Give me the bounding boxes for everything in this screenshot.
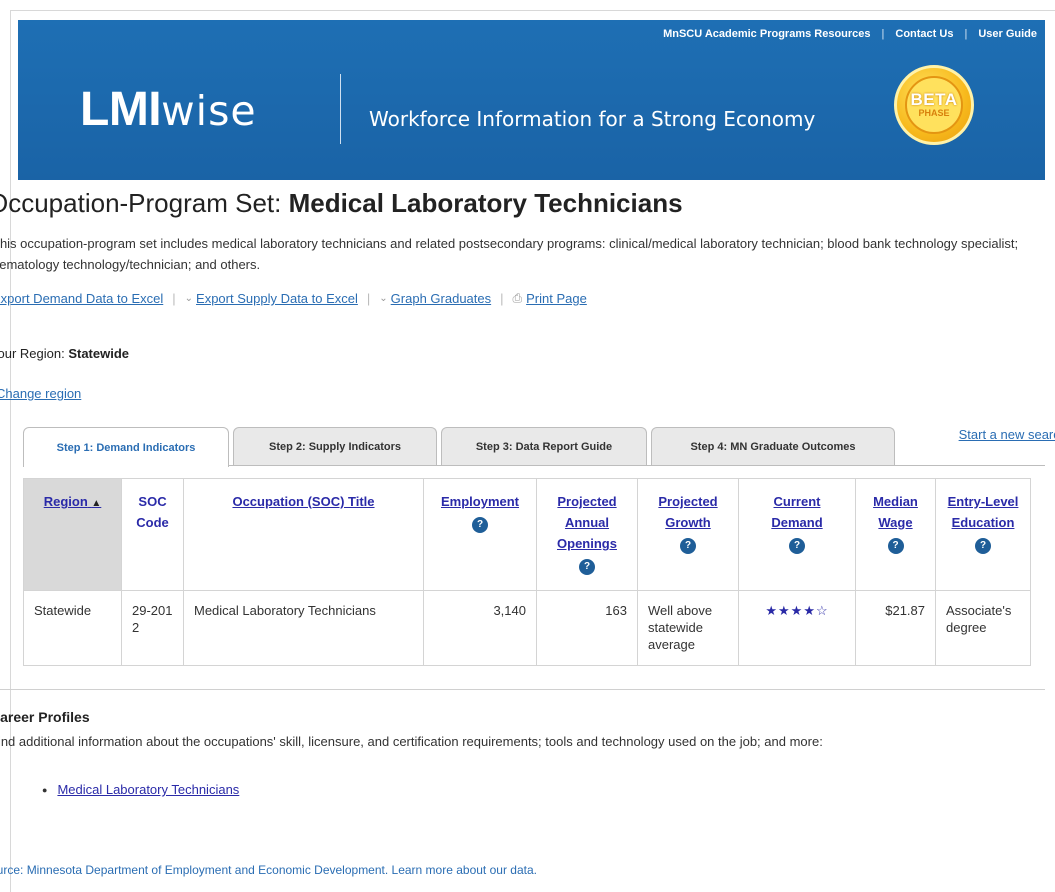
change-region-link[interactable]: Change region <box>0 386 81 401</box>
col-header-current-demand[interactable]: Current Demand ? <box>738 478 856 591</box>
help-icon[interactable]: ? <box>680 538 696 554</box>
help-icon[interactable]: ? <box>579 559 595 575</box>
table-header-row: Region ▲ SOC Code Occupation (SOC) Title… <box>23 478 1031 591</box>
step-tabs: Step 1: Demand Indicators Step 2: Supply… <box>23 427 1055 467</box>
logo-divider <box>340 74 341 144</box>
col-header-median-wage[interactable]: Median Wage ? <box>855 478 936 591</box>
export-demand-link[interactable]: Export Demand Data to Excel <box>0 291 163 306</box>
section-divider <box>0 689 1045 690</box>
cell-entry-education: Associate's degree <box>935 590 1031 666</box>
start-new-search-link[interactable]: Start a new search <box>959 427 1055 442</box>
graph-graduates-link[interactable]: Graph Graduates <box>391 291 491 306</box>
col-header-region[interactable]: Region ▲ <box>23 478 122 591</box>
cell-current-demand-stars: ★★★★☆ <box>738 590 856 666</box>
table-row: Statewide 29-2012 Medical Laboratory Tec… <box>23 590 1031 666</box>
col-header-occupation-title[interactable]: Occupation (SOC) Title <box>183 478 424 591</box>
page-description: This occupation-program set includes med… <box>0 236 1019 272</box>
page-title: Occupation-Program Set: Medical Laborato… <box>0 188 683 218</box>
career-profile-list: ● Medical Laboratory Technicians <box>42 782 240 797</box>
export-supply-link[interactable]: Export Supply Data to Excel <box>196 291 358 306</box>
site-tagline: Workforce Information for a Strong Econo… <box>369 107 816 131</box>
col-header-projected-growth[interactable]: Projected Growth ? <box>637 478 739 591</box>
data-source-note: Source: Minnesota Department of Employme… <box>0 863 537 877</box>
demand-table-panel: Region ▲ SOC Code Occupation (SOC) Title… <box>23 465 1045 666</box>
action-bar: Export Demand Data to Excel | ⌄ Export S… <box>0 291 587 306</box>
cell-projected-openings: 163 <box>536 590 638 666</box>
cell-soc-code: 29-2012 <box>121 590 184 666</box>
dropdown-caret-icon: ⌄ <box>184 293 194 304</box>
help-icon[interactable]: ? <box>887 538 904 554</box>
col-header-employment[interactable]: Employment ? <box>423 478 537 591</box>
sort-ascending-icon: ▲ <box>91 498 102 509</box>
col-header-projected-openings[interactable]: Projected Annual Openings ? <box>536 478 638 591</box>
tab-mn-graduate-outcomes[interactable]: Step 4: MN Graduate Outcomes <box>651 427 895 465</box>
tab-data-report-guide[interactable]: Step 3: Data Report Guide <box>441 427 647 465</box>
career-profiles-description: Find additional information about the oc… <box>0 734 823 749</box>
dropdown-caret-icon: ⌄ <box>379 293 388 304</box>
tab-demand-indicators[interactable]: Step 1: Demand Indicators <box>23 427 229 467</box>
demand-table: Region ▲ SOC Code Occupation (SOC) Title… <box>23 478 1031 666</box>
cell-median-wage: $21.87 <box>855 590 936 666</box>
help-icon[interactable]: ? <box>472 517 488 533</box>
career-profiles-heading: Career Profiles <box>0 709 90 725</box>
top-link-contact-us[interactable]: Contact Us <box>895 28 953 40</box>
career-profile-link[interactable]: Medical Laboratory Technicians <box>57 782 239 797</box>
region-value: Statewide <box>68 346 129 361</box>
header-banner: MnSCU Academic Programs Resources | Cont… <box>18 20 1045 180</box>
print-page-link[interactable]: Print Page <box>526 291 587 306</box>
tab-supply-indicators[interactable]: Step 2: Supply Indicators <box>233 427 437 465</box>
col-header-entry-education[interactable]: Entry-Level Education ? <box>935 478 1031 591</box>
top-link-mnscu-resources[interactable]: MnSCU Academic Programs Resources <box>663 28 870 40</box>
cell-occupation-title: Medical Laboratory Technicians <box>183 590 424 666</box>
print-icon: ⎙ <box>512 291 523 305</box>
beta-badge-icon: BETA PHASE <box>894 65 974 145</box>
col-header-soc-code[interactable]: SOC Code <box>121 478 184 591</box>
site-logo[interactable]: LMIwise <box>80 82 257 137</box>
region-display: Your Region: Statewide <box>0 346 129 361</box>
top-link-user-guide[interactable]: User Guide <box>978 28 1037 40</box>
top-links: MnSCU Academic Programs Resources | Cont… <box>663 28 1037 40</box>
cell-region: Statewide <box>23 590 122 666</box>
help-icon[interactable]: ? <box>975 538 991 554</box>
help-icon[interactable]: ? <box>789 538 805 554</box>
cell-projected-growth: Well above statewide average <box>637 590 739 666</box>
cell-employment: 3,140 <box>423 590 537 666</box>
